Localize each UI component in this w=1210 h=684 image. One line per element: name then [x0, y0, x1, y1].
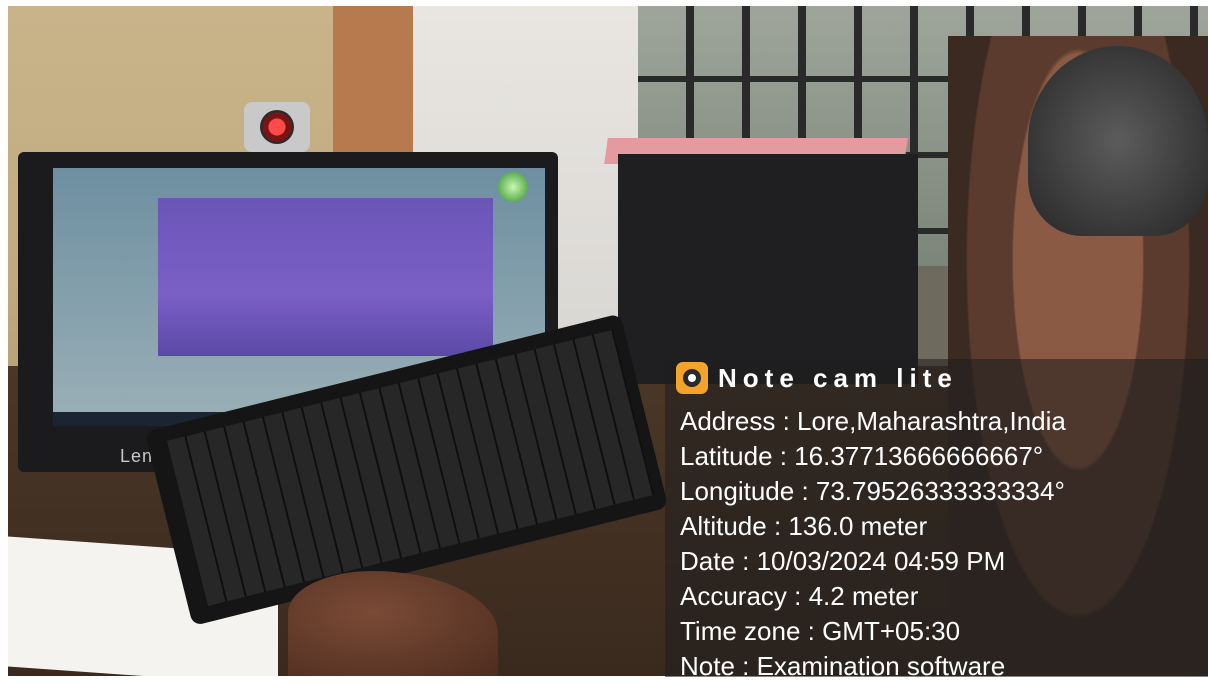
latitude-line: Latitude : 16.37713666666667° [680, 441, 1044, 471]
person-hair [1028, 46, 1208, 236]
altitude-line: Altitude : 136.0 meter [680, 511, 928, 541]
webcam-lens [260, 110, 294, 144]
date-line: Date : 10/03/2024 04:59 PM [680, 546, 1006, 576]
door-frame [333, 6, 413, 166]
geo-stamp-lines: Address : Lore,Maharashtra,India Latitud… [680, 404, 1066, 684]
timezone-line: Time zone : GMT+05:30 [680, 616, 961, 646]
address-line: Address : Lore,Maharashtra,India [680, 406, 1066, 436]
app-name: Note cam lite [718, 362, 958, 393]
screen-green-orb [498, 172, 528, 202]
note-line: Note : Examination software [680, 651, 1006, 681]
geo-stamp-title: Note cam lite [676, 362, 958, 394]
longitude-line: Longitude : 73.79526333333334° [680, 476, 1065, 506]
accuracy-line: Accuracy : 4.2 meter [680, 581, 919, 611]
camera-icon [676, 362, 708, 394]
screen-application-window [158, 198, 493, 356]
pc-tower [618, 154, 918, 384]
